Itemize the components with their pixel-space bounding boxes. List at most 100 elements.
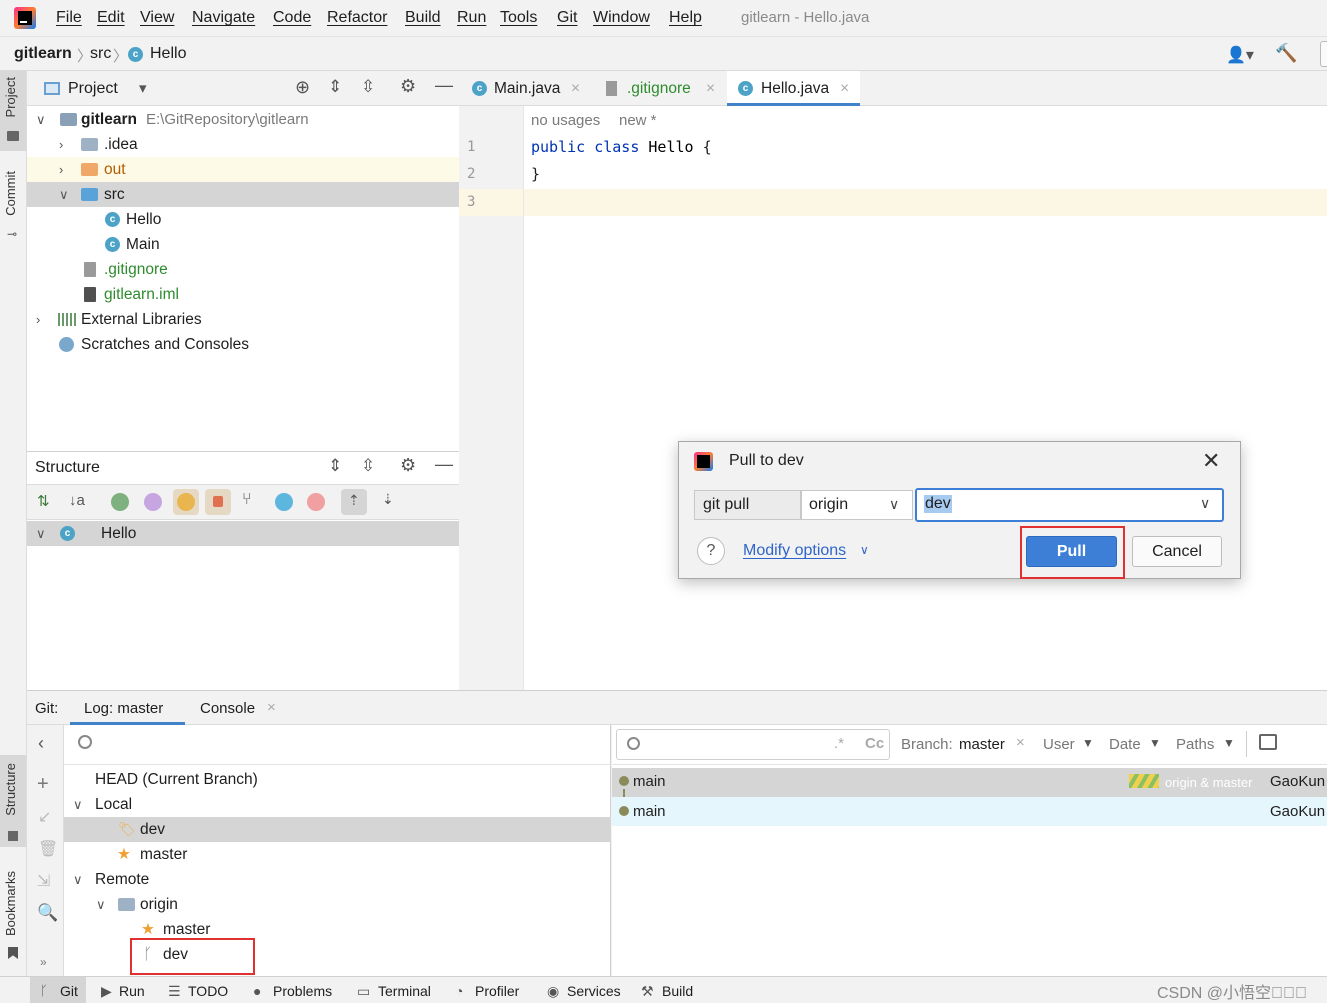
build-tool-button[interactable]: Build (662, 983, 693, 999)
expand-all-icon[interactable]: ⇕ (328, 456, 342, 476)
collapse-all-icon[interactable]: ⇳ (361, 77, 375, 97)
tree-item-gitlearn[interactable]: ∨ gitlearn E:\GitRepository\gitlearn (27, 107, 459, 132)
menu-refactor[interactable]: Refactor (327, 9, 387, 27)
match-case-icon[interactable]: Cc (865, 735, 884, 752)
branch-local-dev[interactable]: 🏷 dev (64, 817, 611, 842)
collapse-left-icon[interactable]: ‹ (38, 733, 44, 754)
breadcrumb-folder[interactable]: src (90, 45, 111, 63)
tree-item-gitlearn-iml[interactable]: gitlearn.iml (27, 282, 459, 307)
breadcrumb-file[interactable]: Hello (150, 45, 186, 63)
author-hint[interactable]: new * (619, 112, 657, 129)
menu-window[interactable]: Window (593, 9, 650, 27)
close-icon[interactable]: × (571, 71, 580, 106)
collapse-all-icon[interactable]: ⇳ (361, 456, 375, 476)
branch-group-local[interactable]: ∨ Local (64, 792, 611, 817)
menu-help[interactable]: Help (669, 9, 702, 27)
tab-log-master[interactable]: Log: master (70, 691, 185, 725)
menu-tools[interactable]: Tools (500, 9, 537, 27)
regex-icon[interactable]: .* (834, 735, 844, 752)
branch-select[interactable]: dev ∨ (915, 488, 1224, 522)
clear-filter-icon[interactable]: × (1016, 734, 1025, 751)
non-public-toggle[interactable] (205, 489, 231, 515)
menu-build[interactable]: Build (405, 9, 441, 27)
locate-icon[interactable]: ⊕ (295, 77, 310, 98)
dropdown-arrow-icon[interactable]: ▾ (139, 79, 147, 97)
services-tool-button[interactable]: Services (567, 983, 621, 999)
menu-edit[interactable]: Edit (97, 9, 125, 27)
tab-gitignore[interactable]: .gitignore × (593, 71, 721, 106)
close-icon[interactable]: × (706, 71, 715, 106)
tree-item-out[interactable]: › out (27, 157, 459, 182)
search-icon[interactable]: 🔍 (37, 903, 58, 923)
user-filter[interactable]: User (1043, 736, 1075, 753)
merge-icon[interactable]: ⇲ (37, 871, 50, 891)
branch-group-remote[interactable]: ∨ Remote (64, 867, 611, 892)
tab-main-java[interactable]: c Main.java × (459, 71, 587, 106)
commit-row[interactable]: main GaoKun (612, 797, 1327, 826)
hide-panel-icon[interactable]: — (435, 75, 453, 96)
log-search-input[interactable]: .* Cc (616, 729, 890, 760)
menu-run[interactable]: Run (457, 9, 486, 27)
close-icon[interactable]: ✕ (1202, 448, 1220, 474)
anonymous-classes-icon[interactable] (275, 493, 293, 511)
branch-search-input[interactable] (64, 725, 611, 765)
tree-item-src[interactable]: ∨ src (27, 182, 459, 207)
tab-hello-java[interactable]: c Hello.java × (727, 71, 860, 106)
gear-icon[interactable]: ⚙ (400, 455, 416, 476)
project-panel-title[interactable]: Project (68, 80, 118, 98)
gear-icon[interactable]: ⚙ (400, 76, 416, 97)
tab-console[interactable]: Console (200, 700, 255, 717)
branch-filter-value[interactable]: master (959, 736, 1005, 753)
menu-git[interactable]: Git (557, 9, 577, 27)
tree-item-external-libraries[interactable]: › External Libraries (27, 307, 459, 332)
modify-options-link[interactable]: Modify options (743, 542, 846, 560)
autoscroll-to-source-toggle[interactable]: ⇡ (341, 489, 367, 515)
tree-item-main[interactable]: c Main (27, 232, 459, 257)
code-editor[interactable]: no usages new * public class Hello { } (524, 106, 1327, 690)
menu-file[interactable]: File (56, 9, 82, 27)
bookmarks-tool-tab[interactable]: Bookmarks (0, 867, 26, 963)
menu-navigate[interactable]: Navigate (192, 9, 255, 27)
user-icon[interactable]: 👤▾ (1226, 45, 1254, 65)
lambda-tree-icon[interactable]: ⑂ (242, 491, 252, 509)
autoscroll-from-source-icon[interactable]: ⇣ (382, 491, 394, 508)
hide-panel-icon[interactable]: — (435, 454, 453, 475)
lambda-icon[interactable] (307, 493, 325, 511)
delete-icon[interactable]: 🗑 (38, 839, 58, 859)
menu-view[interactable]: View (140, 9, 174, 27)
paths-filter[interactable]: Paths (1176, 736, 1214, 753)
remote-select[interactable]: origin ∨ (801, 490, 913, 520)
properties-icon[interactable] (144, 493, 162, 511)
commit-row[interactable]: main origin & master GaoKun (612, 768, 1327, 797)
structure-tool-tab[interactable]: Structure (0, 755, 26, 847)
fields-toggle[interactable] (173, 489, 199, 515)
run-config-selector[interactable] (1320, 41, 1327, 67)
inherited-icon[interactable] (111, 493, 129, 511)
commit-tool-tab[interactable]: Commit ⊸ (0, 167, 26, 247)
checkout-icon[interactable]: ↙ (38, 807, 51, 827)
close-icon[interactable]: × (840, 71, 849, 106)
tree-item-scratches[interactable]: Scratches and Consoles (27, 332, 459, 357)
sort-by-visibility-icon[interactable]: ⇅ (37, 492, 50, 510)
usages-hint[interactable]: no usages (531, 112, 600, 129)
more-icon[interactable]: » (40, 955, 47, 969)
tree-item-gitignore[interactable]: .gitignore (27, 257, 459, 282)
tree-item-idea[interactable]: › .idea (27, 132, 459, 157)
pull-button[interactable]: Pull (1026, 536, 1117, 567)
date-filter[interactable]: Date (1109, 736, 1141, 753)
branch-local-master[interactable]: ★ master (64, 842, 611, 867)
add-icon[interactable]: + (37, 773, 49, 796)
cancel-button[interactable]: Cancel (1132, 536, 1222, 567)
project-tool-tab[interactable]: Project (0, 71, 26, 151)
tree-item-hello[interactable]: c Hello (27, 207, 459, 232)
structure-item-hello[interactable]: ∨ c Hello (27, 521, 459, 546)
branch-filter-label[interactable]: Branch: (901, 736, 953, 753)
branch-head[interactable]: HEAD (Current Branch) (64, 767, 611, 792)
branch-group-origin[interactable]: ∨ origin (64, 892, 611, 917)
todo-tool-button[interactable]: TODO (188, 983, 228, 999)
terminal-tool-button[interactable]: Terminal (378, 983, 431, 999)
problems-tool-button[interactable]: Problems (273, 983, 332, 999)
run-tool-button[interactable]: Run (119, 983, 145, 999)
sort-alphabetically-icon[interactable]: ↓a (69, 492, 85, 509)
menu-code[interactable]: Code (273, 9, 311, 27)
